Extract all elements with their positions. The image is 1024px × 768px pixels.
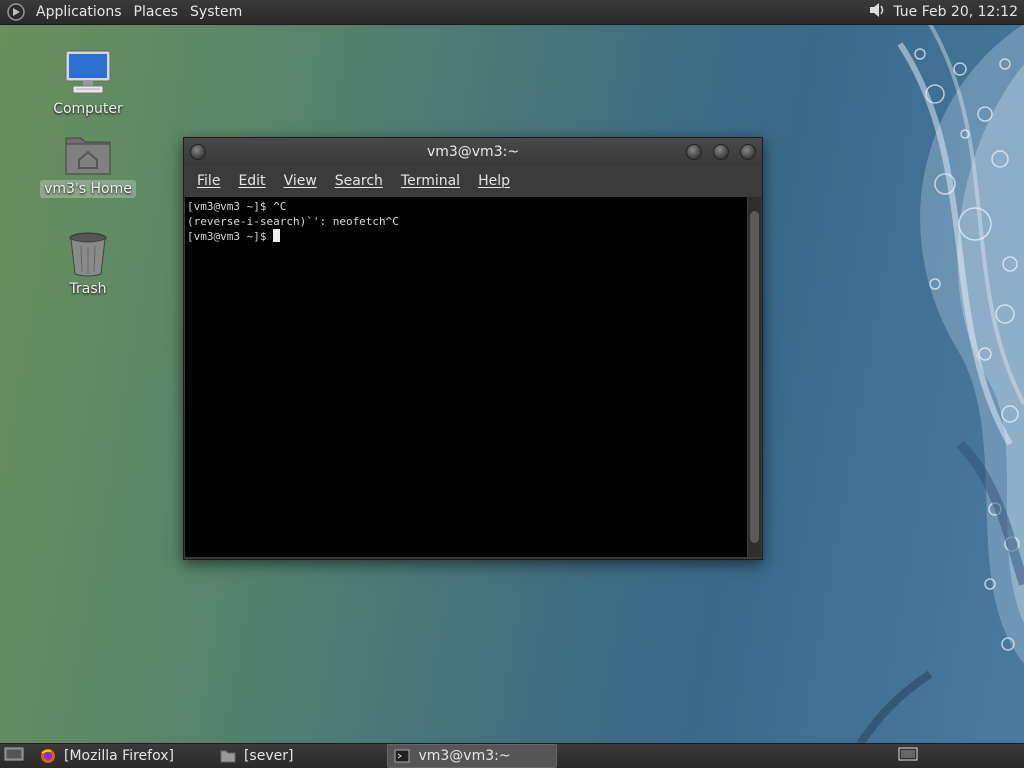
menu-search[interactable]: Search: [326, 173, 392, 189]
terminal-window[interactable]: vm3@vm3:~ File Edit View Search Terminal…: [183, 137, 763, 560]
folder-icon: [220, 748, 236, 764]
system-menu[interactable]: System: [184, 4, 248, 20]
taskbar-item-terminal[interactable]: vm3@vm3:~: [387, 744, 558, 768]
desktop-icon-label: Trash: [69, 281, 107, 297]
show-desktop-button[interactable]: [0, 745, 28, 767]
distro-logo-icon[interactable]: [6, 2, 26, 22]
window-titlebar[interactable]: vm3@vm3:~: [184, 138, 762, 166]
minimize-button[interactable]: [686, 144, 702, 160]
menu-help[interactable]: Help: [469, 173, 519, 189]
terminal-line: [vm3@vm3 ~]$ ^C: [187, 200, 287, 213]
taskbar-item-label: vm3@vm3:~: [418, 748, 511, 764]
clock[interactable]: Tue Feb 20, 12:12: [893, 4, 1018, 20]
applications-menu[interactable]: Applications: [30, 4, 128, 20]
desktop-icon-home[interactable]: vm3's Home: [40, 126, 136, 198]
menu-view[interactable]: View: [275, 173, 326, 189]
trash-icon: [62, 226, 114, 278]
scrollbar-thumb[interactable]: [750, 211, 759, 543]
taskbar-item-sever[interactable]: [sever]: [214, 745, 300, 767]
text-cursor: [273, 229, 281, 242]
taskbar-item-label: [Mozilla Firefox]: [64, 748, 174, 764]
top-panel: Applications Places System Tue Feb 20, 1…: [0, 0, 1024, 25]
firefox-icon: [40, 748, 56, 764]
workspace-switcher[interactable]: [898, 747, 918, 765]
menu-terminal[interactable]: Terminal: [392, 173, 469, 189]
terminal-scrollbar[interactable]: [748, 197, 761, 557]
terminal-icon: [394, 748, 410, 764]
window-title: vm3@vm3:~: [426, 144, 520, 160]
terminal-menubar: File Edit View Search Terminal Help: [184, 166, 762, 196]
terminal-prompt-line: [vm3@vm3 ~]$: [187, 230, 274, 243]
desktop-icon-label: Computer: [53, 101, 123, 117]
desktop-icon-trash[interactable]: Trash: [40, 226, 136, 298]
volume-icon[interactable]: [867, 0, 887, 24]
show-desktop-icon: [4, 746, 24, 766]
places-menu[interactable]: Places: [128, 4, 185, 20]
menu-file[interactable]: File: [188, 173, 229, 189]
maximize-button[interactable]: [713, 144, 729, 160]
window-menu-button[interactable]: [190, 144, 206, 160]
taskbar-item-label: [sever]: [243, 748, 294, 764]
home-folder-icon: [62, 126, 114, 178]
computer-icon: [62, 46, 114, 98]
terminal-line: (reverse-i-search)`': neofetch^C: [187, 215, 399, 228]
desktop-icon-computer[interactable]: Computer: [40, 46, 136, 118]
terminal-output[interactable]: [vm3@vm3 ~]$ ^C (reverse-i-search)`': neo…: [185, 197, 747, 557]
top-panel-tray: Tue Feb 20, 12:12: [867, 0, 1024, 24]
taskbar-item-firefox[interactable]: [Mozilla Firefox]: [34, 745, 180, 767]
menu-edit[interactable]: Edit: [229, 173, 274, 189]
close-button[interactable]: [740, 144, 756, 160]
bottom-panel: [Mozilla Firefox] [sever] vm3@vm3:~: [0, 743, 1024, 768]
desktop-icon-label: vm3's Home: [40, 180, 136, 198]
